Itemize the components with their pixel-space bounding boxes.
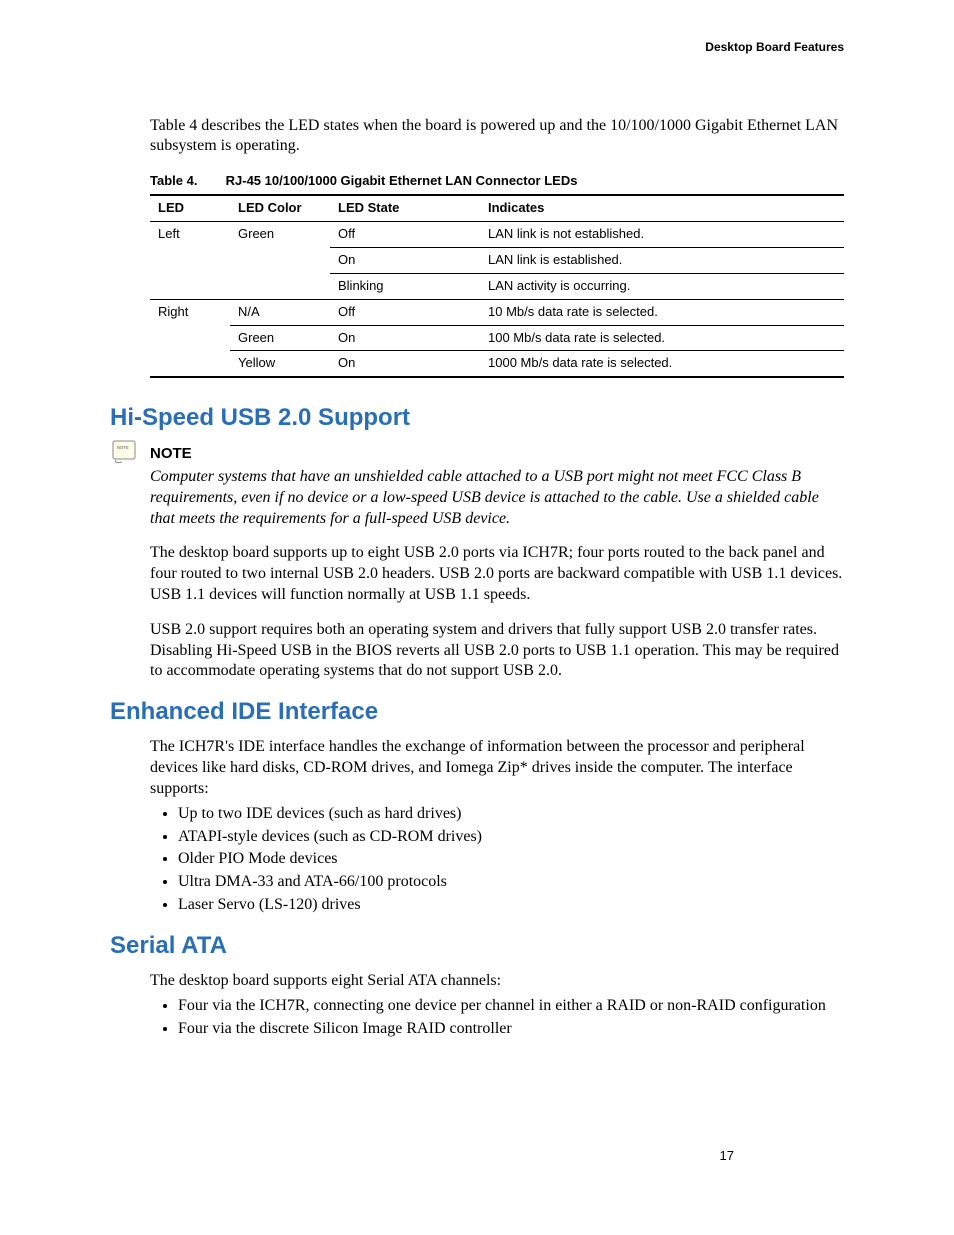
list-item: Up to two IDE devices (such as hard driv… [178, 804, 844, 825]
table-header-row: LED LED Color LED State Indicates [150, 195, 844, 221]
cell: N/A [230, 299, 330, 325]
cell [150, 325, 230, 351]
cell: On [330, 351, 480, 377]
cell: 10 Mb/s data rate is selected. [480, 299, 844, 325]
table-title: RJ-45 10/100/1000 Gigabit Ethernet LAN C… [226, 173, 578, 188]
heading-ide: Enhanced IDE Interface [110, 696, 844, 727]
cell: On [330, 325, 480, 351]
cell [150, 273, 230, 299]
cell [230, 273, 330, 299]
note-label: NOTE [150, 444, 844, 464]
table-number: Table 4. [150, 173, 222, 190]
table-caption: Table 4. RJ-45 10/100/1000 Gigabit Ether… [150, 173, 844, 190]
page-number: 17 [720, 1148, 734, 1165]
ide-paragraph: The ICH7R's IDE interface handles the ex… [150, 737, 844, 799]
cell: Right [150, 299, 230, 325]
led-table: LED LED Color LED State Indicates Left G… [150, 194, 844, 378]
th-state: LED State [330, 195, 480, 221]
table-row: Yellow On 1000 Mb/s data rate is selecte… [150, 351, 844, 377]
th-led: LED [150, 195, 230, 221]
ide-bullet-list: Up to two IDE devices (such as hard driv… [150, 804, 844, 916]
table-row: Left Green Off LAN link is not establish… [150, 221, 844, 247]
list-item: Older PIO Mode devices [178, 849, 844, 870]
svg-text:NOTE: NOTE [117, 445, 129, 450]
table-row: On LAN link is established. [150, 247, 844, 273]
cell: LAN activity is occurring. [480, 273, 844, 299]
cell: Left [150, 221, 230, 247]
list-item: Ultra DMA-33 and ATA-66/100 protocols [178, 872, 844, 893]
list-item: Four via the discrete Silicon Image RAID… [178, 1019, 844, 1040]
cell: On [330, 247, 480, 273]
cell: Green [230, 325, 330, 351]
heading-usb: Hi-Speed USB 2.0 Support [110, 402, 844, 433]
cell: Off [330, 299, 480, 325]
heading-sata: Serial ATA [110, 930, 844, 961]
running-header: Desktop Board Features [110, 40, 844, 56]
sata-bullet-list: Four via the ICH7R, connecting one devic… [150, 996, 844, 1040]
cell: LAN link is not established. [480, 221, 844, 247]
cell: Green [230, 221, 330, 247]
note-icon: NOTE [112, 440, 140, 471]
cell [230, 247, 330, 273]
table-row: Blinking LAN activity is occurring. [150, 273, 844, 299]
cell [150, 351, 230, 377]
list-item: Laser Servo (LS-120) drives [178, 895, 844, 916]
list-item: ATAPI-style devices (such as CD-ROM driv… [178, 827, 844, 848]
cell: Yellow [230, 351, 330, 377]
table-row: Right N/A Off 10 Mb/s data rate is selec… [150, 299, 844, 325]
note-text: Computer systems that have an unshielded… [150, 467, 844, 529]
table-row: Green On 100 Mb/s data rate is selected. [150, 325, 844, 351]
cell: 1000 Mb/s data rate is selected. [480, 351, 844, 377]
sata-paragraph: The desktop board supports eight Serial … [150, 971, 844, 992]
intro-paragraph: Table 4 describes the LED states when th… [150, 116, 844, 158]
usb-paragraph-2: USB 2.0 support requires both an operati… [150, 620, 844, 682]
th-indicates: Indicates [480, 195, 844, 221]
cell: Off [330, 221, 480, 247]
cell: Blinking [330, 273, 480, 299]
usb-paragraph-1: The desktop board supports up to eight U… [150, 543, 844, 605]
cell: LAN link is established. [480, 247, 844, 273]
th-color: LED Color [230, 195, 330, 221]
cell: 100 Mb/s data rate is selected. [480, 325, 844, 351]
list-item: Four via the ICH7R, connecting one devic… [178, 996, 844, 1017]
cell [150, 247, 230, 273]
